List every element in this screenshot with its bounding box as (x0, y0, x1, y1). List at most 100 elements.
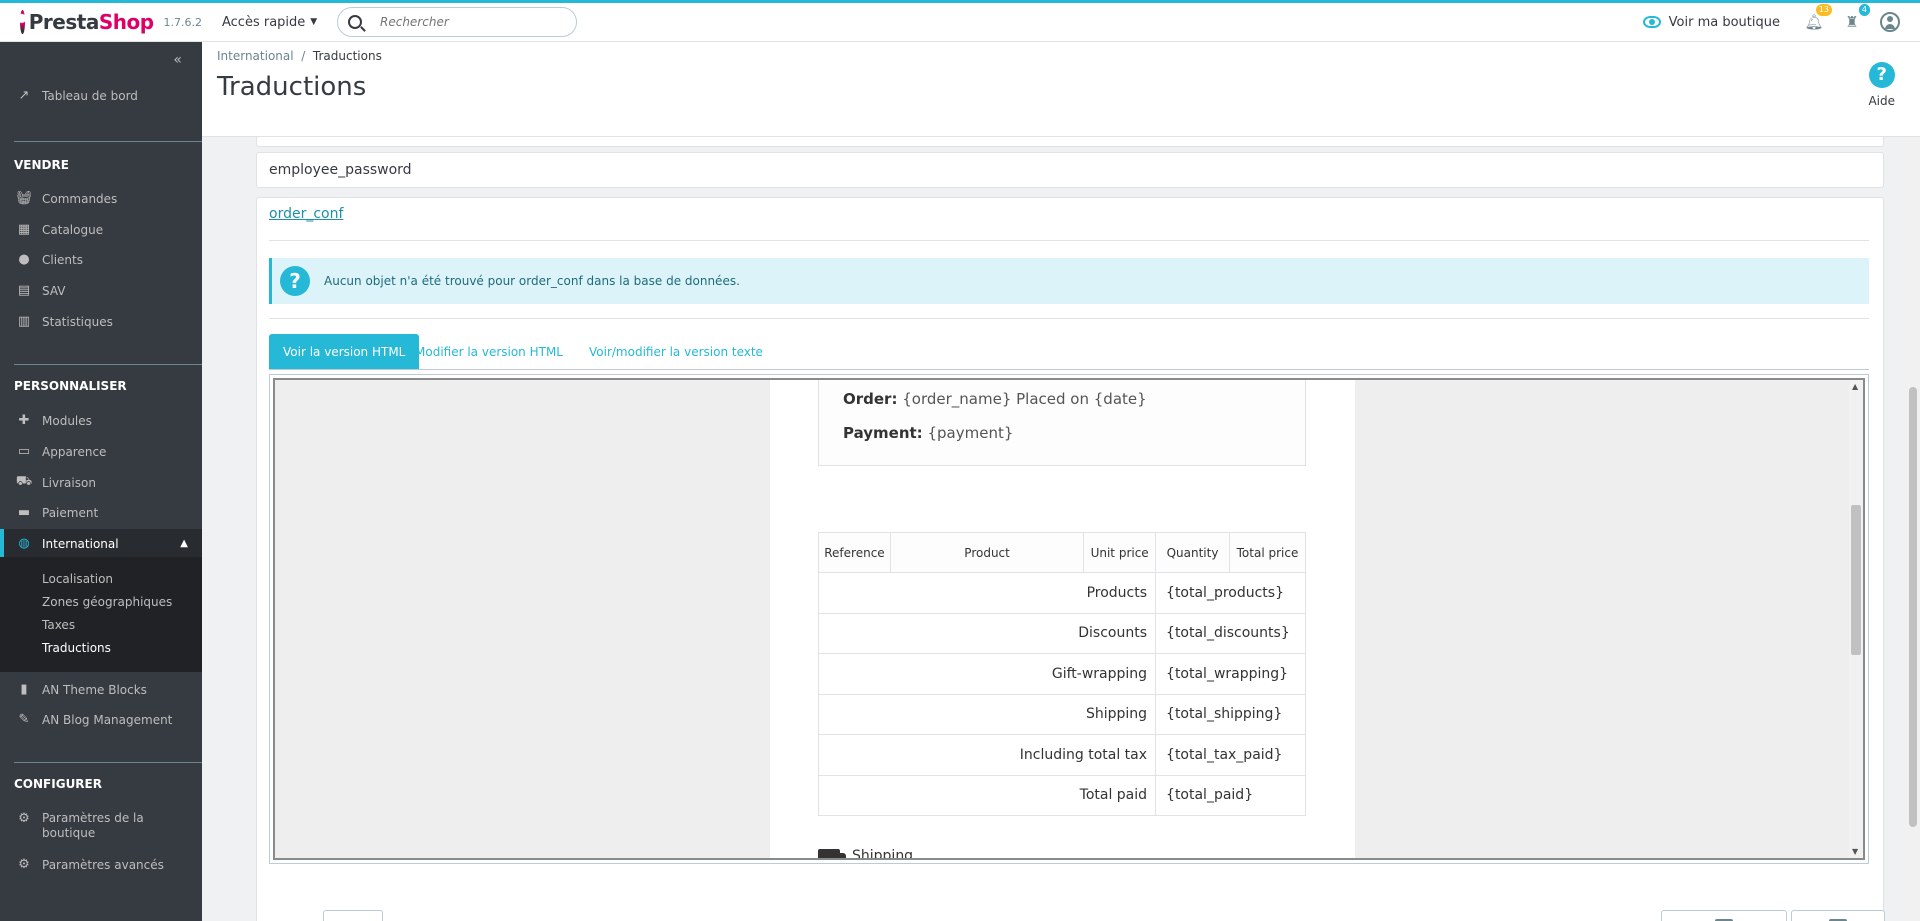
sidebar-item-label: Livraison (42, 475, 96, 490)
sidebar-item-label: Paramètres avancés (42, 857, 164, 872)
sidebar-item-label: Paramètres de la boutique (42, 811, 144, 840)
view-shop-label: Voir ma boutique (1668, 14, 1780, 30)
breadcrumb-current: Traductions (312, 49, 382, 63)
email-preview[interactable]: Order: {order_name} Placed on {date} Pay… (273, 378, 1865, 860)
close-icon: ✕ (345, 917, 360, 921)
submenu-item-taxes[interactable]: Taxes (42, 618, 75, 632)
save-button[interactable] (1791, 910, 1885, 921)
order-value: {order_name} Placed on {date} (902, 390, 1147, 408)
template-name[interactable]: employee_password (269, 162, 412, 178)
desktop-icon: ▭ (17, 444, 31, 459)
column-header: Product (889, 532, 1085, 573)
shipping-heading-text: Shipping (852, 848, 914, 860)
sidebar-item-international[interactable]: ◍ International (0, 536, 202, 551)
table-row: Gift-wrapping {total_wrapping} (817, 653, 1306, 695)
sidebar-item-label: Catalogue (42, 222, 104, 237)
email-preview-frame: Order: {order_name} Placed on {date} Pay… (269, 374, 1869, 864)
store-icon: ▦ (17, 222, 31, 237)
settings-box-icon: ⚙ (18, 857, 30, 872)
puzzle-icon: ✚ (18, 413, 30, 428)
sidebar-item-blog[interactable]: ✎ AN Blog Management (0, 712, 202, 727)
template-link-order-conf[interactable]: order_conf (269, 206, 343, 222)
total-value: {total_products} (1155, 572, 1306, 614)
save-and-stay-button[interactable] (1661, 910, 1787, 921)
section-configure: CONFIGURER (14, 777, 102, 791)
help-label: Aide (1868, 94, 1895, 108)
sidebar-item-label: Statistiques (42, 314, 113, 329)
submenu-item-translations[interactable]: Traductions (42, 641, 111, 655)
preview-scrollbar[interactable]: ▲ ▼ (1849, 380, 1863, 858)
sidebar-item-label: Tableau de bord (42, 88, 138, 103)
globe-icon: ◍ (18, 536, 30, 551)
submenu-item-zones[interactable]: Zones géographiques (42, 595, 172, 609)
previous-template-panel (256, 137, 1884, 147)
sidebar-item-label: Apparence (42, 444, 107, 459)
sidebar-item-label: AN Theme Blocks (42, 682, 147, 697)
total-value: {total_tax_paid} (1155, 734, 1306, 776)
sidebar-item-design[interactable]: ▭ Apparence (0, 444, 202, 459)
sidebar-item-shop-parameters[interactable]: ⚙ Paramètres de la boutique (0, 811, 202, 841)
scrollbar-thumb[interactable] (1851, 505, 1861, 655)
orders-notification-button[interactable]: 🔔︎ 13 (1804, 4, 1832, 32)
chat-icon: ▤ (17, 283, 31, 298)
column-header: Reference (818, 532, 891, 573)
shipping-section-heading: Shipping (818, 848, 914, 860)
tab-edit-html[interactable]: Modifier la version HTML (401, 334, 577, 369)
search-icon (348, 15, 362, 29)
customers-count-badge: 4 (1858, 4, 1870, 16)
template-panel-employee-password[interactable]: employee_password (256, 152, 1884, 188)
sidebar-item-payment[interactable]: ▬ Paiement (0, 505, 202, 520)
sidebar-item-stats[interactable]: ▥ Statistiques (0, 314, 202, 329)
sidebar-item-shipping[interactable]: ⛟ Livraison (0, 474, 202, 491)
sidebar-item-theme-blocks[interactable]: ▮ AN Theme Blocks (0, 682, 202, 697)
brand-shop: Shop (98, 10, 154, 34)
sidebar-item-customers[interactable]: ● Clients (0, 252, 202, 267)
view-shop-link[interactable]: Voir ma boutique (1642, 14, 1780, 30)
total-value: {total_shipping} (1155, 693, 1306, 735)
sidebar-item-catalog[interactable]: ▦ Catalogue (0, 222, 202, 237)
total-label: Products (817, 572, 1157, 614)
sidebar-item-customer-service[interactable]: ▤ SAV (0, 283, 202, 298)
quick-access-label: Accès rapide (222, 14, 306, 30)
alert-message: Aucun objet n'a été trouvé pour order_co… (324, 274, 740, 288)
table-header-row: Reference Product Unit price Quantity To… (818, 532, 1306, 573)
sidebar-item-advanced-parameters[interactable]: ⚙ Paramètres avancés (0, 857, 202, 872)
section-sell: VENDRE (14, 158, 69, 172)
total-label: Gift-wrapping (817, 653, 1157, 695)
user-account-icon[interactable] (1880, 12, 1900, 32)
scroll-up-arrow-icon[interactable]: ▲ (1852, 382, 1858, 391)
breadcrumb-parent[interactable]: International (217, 49, 294, 63)
page-scrollbar-thumb[interactable] (1909, 387, 1917, 827)
sidebar-item-label: Commandes (42, 191, 118, 206)
prestashop-logo[interactable]: PrestaShop 1.7.6.2 (20, 10, 202, 34)
chevron-up-icon[interactable]: ▲ (180, 538, 188, 549)
scroll-down-arrow-icon[interactable]: ▼ (1852, 847, 1858, 856)
page-scrollbar[interactable] (1906, 137, 1920, 921)
sidebar-item-label: Paiement (42, 505, 99, 520)
trending-up-icon: ↗ (18, 88, 30, 103)
gear-icon: ⚙ (18, 811, 30, 826)
sidebar-item-label: International (42, 536, 119, 551)
customers-notification-button[interactable]: ♜ 4 (1842, 4, 1870, 32)
tab-edit-text[interactable]: Voir/modifier la version texte (575, 334, 777, 369)
question-icon: ? (280, 266, 310, 296)
quick-access-dropdown[interactable]: Accès rapide ▼ (222, 15, 337, 30)
tab-view-html[interactable]: Voir la version HTML (269, 334, 420, 369)
sidebar-item-orders[interactable]: 🧺︎ Commandes (0, 191, 202, 206)
cancel-button[interactable]: ✕ (323, 910, 383, 921)
total-value: {total_wrapping} (1155, 653, 1306, 695)
table-row: Discounts {total_discounts} (817, 612, 1306, 654)
search-box[interactable] (337, 7, 577, 37)
sidebar-item-label: AN Blog Management (42, 712, 173, 727)
submenu-item-localization[interactable]: Localisation (42, 572, 113, 586)
table-row: Products {total_products} (817, 572, 1306, 614)
account-circle-icon: ● (18, 252, 30, 267)
total-label: Including total tax (817, 734, 1157, 776)
sidebar-item-modules[interactable]: ✚ Modules (0, 413, 202, 428)
breadcrumb: International / Traductions (217, 49, 382, 63)
collapse-sidebar-icon[interactable]: « (173, 52, 182, 68)
sidebar-item-dashboard[interactable]: ↗ Tableau de bord (0, 88, 202, 103)
search-input[interactable] (380, 15, 560, 29)
column-header: Total price (1229, 532, 1306, 573)
help-button[interactable]: ? Aide (1868, 62, 1895, 108)
